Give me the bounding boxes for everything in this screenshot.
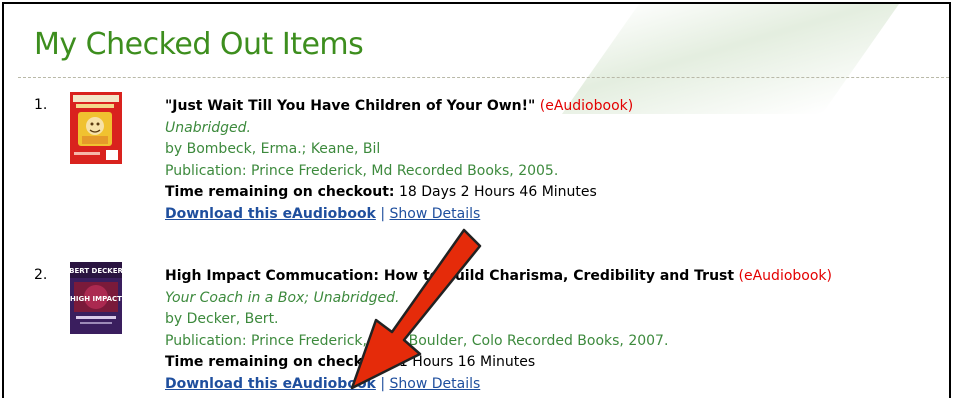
item-subtitle: Unabridged. bbox=[165, 119, 251, 136]
download-eaudiobook-link[interactable]: Download this eAudiobook bbox=[165, 206, 376, 222]
checked-out-panel: My Checked Out Items 1. "Just Wait Till … bbox=[2, 2, 951, 398]
show-details-link[interactable]: Show Details bbox=[390, 376, 481, 392]
book-cover-just-wait-icon[interactable] bbox=[70, 92, 122, 164]
time-remaining-value: 18 Days 2 Hours 46 Minutes bbox=[398, 184, 597, 200]
item-author: by Decker, Bert. bbox=[165, 311, 279, 327]
item-number: 2. bbox=[34, 267, 48, 283]
cover-title-text: HIGH IMPACT bbox=[70, 295, 122, 303]
item-title[interactable]: "Just Wait Till You Have Children of You… bbox=[165, 98, 535, 114]
show-details-link[interactable]: Show Details bbox=[390, 206, 481, 222]
item-title[interactable]: High Impact Commucation: How to Build Ch… bbox=[165, 268, 734, 284]
item-format: (eAudiobook) bbox=[738, 268, 832, 284]
time-remaining-label: Time remaining on checkout: bbox=[165, 354, 395, 370]
item-publication: Publication: Prince Frederick, MD, [Boul… bbox=[165, 332, 669, 349]
link-separator: | bbox=[380, 205, 386, 222]
item-publication: Publication: Prince Frederick, Md Record… bbox=[165, 162, 559, 179]
cover-author-text: BERT DECKER bbox=[70, 267, 122, 275]
download-eaudiobook-link[interactable]: Download this eAudiobook bbox=[165, 376, 376, 392]
time-remaining-value: 1 Hours 16 Minutes bbox=[398, 354, 536, 370]
item-subtitle: Your Coach in a Box; Unabridged. bbox=[165, 289, 400, 306]
item-details: "Just Wait Till You Have Children of You… bbox=[165, 96, 633, 225]
link-separator: | bbox=[380, 375, 386, 392]
book-cover-high-impact-icon[interactable]: BERT DECKER HIGH IMPACT bbox=[70, 262, 122, 334]
item-number: 1. bbox=[34, 97, 48, 113]
time-remaining-label: Time remaining on checkout: bbox=[165, 184, 395, 200]
item-format: (eAudiobook) bbox=[539, 98, 634, 114]
item-author: by Bombeck, Erma.; Keane, Bil bbox=[165, 141, 381, 157]
item-details: High Impact Commucation: How to Build Ch… bbox=[165, 266, 832, 395]
title-divider bbox=[18, 77, 949, 78]
page-title: My Checked Out Items bbox=[34, 27, 364, 62]
